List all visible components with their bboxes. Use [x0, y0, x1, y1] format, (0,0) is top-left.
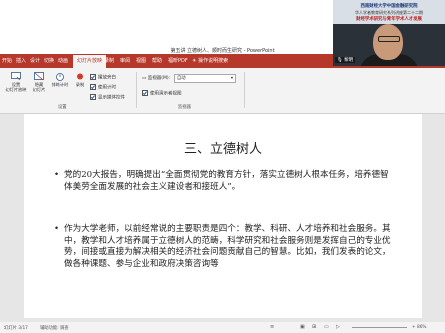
slideshow-view-icon[interactable]: ▷: [336, 324, 340, 330]
microphone-icon: 🎙: [337, 58, 343, 63]
video-call-thumbnail[interactable]: 西南财经大学中国金融研究院 华人学者教育研究系列讲座第二十二期 财经学术研究与青…: [333, 0, 445, 66]
record-icon: [77, 73, 83, 80]
slide-sorter-icon[interactable]: ⊞: [312, 324, 316, 330]
bullet-dot-icon: •: [54, 224, 60, 234]
tab-slide-show[interactable]: 幻灯片放映: [73, 55, 107, 68]
speaker-glasses: [378, 36, 400, 42]
set-up-slide-show-button[interactable]: 设置 幻灯片放映: [4, 72, 28, 92]
zoom-slider[interactable]: [352, 327, 407, 328]
zoom-level[interactable]: + 86%: [412, 325, 427, 330]
checkbox-checked-icon: [90, 94, 96, 100]
tab-help[interactable]: 帮助: [152, 57, 162, 64]
show-media-controls-checkbox[interactable]: 显示媒体控件: [90, 94, 125, 101]
hide-slide-button[interactable]: 隐藏 幻灯片: [30, 72, 48, 92]
notes-icon[interactable]: ≡: [270, 324, 274, 330]
group-label-setup: 设置: [58, 105, 67, 110]
normal-view-icon[interactable]: ▣: [300, 324, 305, 330]
tab-insert[interactable]: 插入: [16, 57, 26, 64]
monitor-icon: ▭: [142, 76, 147, 81]
tab-transitions[interactable]: 切换: [44, 57, 54, 64]
checkbox-checked-icon: [90, 84, 96, 90]
conference-banner: 西南财经大学中国金融研究院 华人学者教育研究系列讲座第二十二期 财经学术研究与青…: [333, 0, 445, 24]
use-presenter-view-checkbox[interactable]: 使用演示者视图: [142, 90, 182, 97]
slide-canvas[interactable]: 三、立德树人 • 党的20大报告，明确提出“全面贯彻党的教育方针，落实立德树人根…: [24, 114, 422, 318]
use-timings-checkbox[interactable]: 使用计时: [90, 84, 116, 91]
group-label-monitors: 监视器: [178, 105, 191, 110]
tell-me-search[interactable]: ☀ 操作说明搜索: [192, 57, 228, 64]
slide-bullet-1[interactable]: • 党的20大报告，明确提出“全面贯彻党的教育方针，落实立德树人根本任务，培养德…: [54, 170, 394, 193]
tab-animations[interactable]: 动画: [58, 57, 68, 64]
hide-slide-icon: [34, 72, 44, 81]
tab-home[interactable]: 开始: [2, 57, 12, 64]
slideshow-setup-icon: [11, 72, 21, 81]
rehearse-timings-button[interactable]: 排练计时: [50, 72, 70, 87]
play-narrations-checkbox[interactable]: 播放旁白: [90, 74, 116, 81]
slide-bullet-2[interactable]: • 作为大学老师，以前经常说的主要职责是四个：教学、科研、人才培养和社会服务。其…: [54, 224, 394, 270]
tab-view[interactable]: 视图: [136, 57, 146, 64]
chevron-down-icon: ▾: [230, 76, 233, 81]
record-button[interactable]: 录制: [73, 72, 87, 87]
accessibility-status[interactable]: 辅助功能: 调查: [40, 325, 69, 331]
group-divider: [136, 72, 137, 108]
speaker-face: [373, 24, 403, 60]
lightbulb-icon: ☀: [192, 58, 197, 64]
reading-view-icon[interactable]: ▭: [324, 324, 329, 330]
monitor-select[interactable]: 自动 ▾: [174, 74, 236, 83]
stopwatch-icon: [56, 73, 64, 81]
speaker-name-label: 🎙 黎明: [335, 57, 356, 63]
status-bar: 幻灯片 3/17 辅助功能: 调查 ≡ ▣ ⊞ ▭ ▷ + 86%: [0, 322, 445, 333]
slide-title[interactable]: 三、立德树人: [24, 138, 422, 157]
monitor-label: ▭ 监视器(M):: [142, 76, 171, 81]
slide-counter: 幻灯片 3/17: [4, 326, 28, 331]
checkbox-checked-icon: [142, 90, 148, 96]
tab-foxit-pdf[interactable]: 福昕PDF: [168, 57, 188, 64]
tab-review[interactable]: 审阅: [120, 57, 130, 64]
checkbox-checked-icon: [90, 74, 96, 80]
tab-record[interactable]: 录制: [104, 57, 114, 64]
bullet-dot-icon: •: [54, 170, 60, 180]
group-divider: [244, 72, 245, 108]
tab-design[interactable]: 设计: [30, 57, 40, 64]
